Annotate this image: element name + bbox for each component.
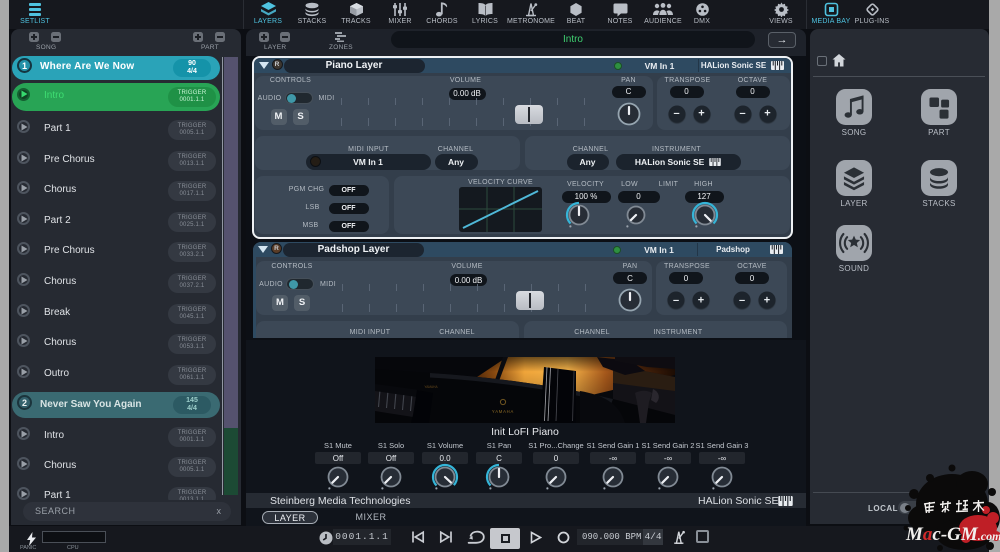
svg-text:YAMAHA: YAMAHA <box>424 385 438 389</box>
svg-text:YAMAHA: YAMAHA <box>492 409 514 414</box>
